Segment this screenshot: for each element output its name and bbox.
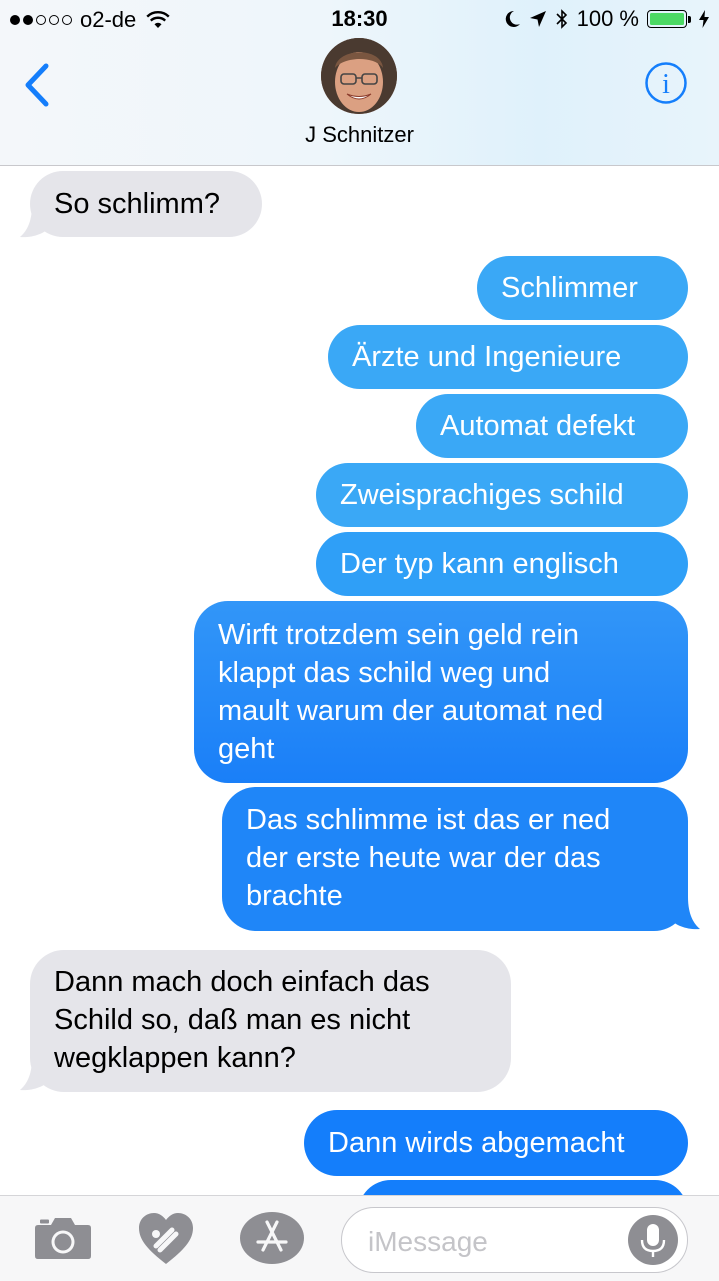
location-arrow-icon xyxy=(529,11,546,27)
conversation-header: o2-de 18:30 100 % J Schnitzer i xyxy=(0,0,719,166)
sent-message-bubble[interactable]: Schlimmer xyxy=(477,256,688,320)
message-line: mault warum der automat ned xyxy=(218,695,604,727)
message-text: Zweisprachiges schild xyxy=(340,479,624,511)
signal-strength-icon xyxy=(10,15,72,25)
contact-name[interactable]: J Schnitzer xyxy=(0,122,719,148)
message-line: Wirft trotzdem sein geld rein xyxy=(218,619,580,651)
sent-message-bubble[interactable]: Das schlimme ist das er ned der erste he… xyxy=(222,787,688,931)
message-line: Dann mach doch einfach das xyxy=(54,966,430,998)
message-line: Schild so, daß man es nicht xyxy=(54,1004,411,1036)
message-thread[interactable]: So schlimm? Schlimmer Ärzte und Ingenieu… xyxy=(0,0,719,1280)
signal-dot xyxy=(10,15,20,25)
battery-percent: 100 % xyxy=(576,6,639,31)
message-text: So schlimm? xyxy=(54,188,220,220)
status-left: o2-de xyxy=(10,7,170,33)
received-message-bubble[interactable]: Dann mach doch einfach das Schild so, da… xyxy=(30,950,511,1092)
bubble-tail xyxy=(20,1058,50,1091)
sent-message-bubble[interactable]: Zweisprachiges schild xyxy=(316,463,688,527)
camera-icon[interactable] xyxy=(34,1216,92,1260)
contact-avatar[interactable] xyxy=(321,38,397,114)
battery-level xyxy=(650,13,684,25)
battery-body xyxy=(647,10,687,28)
signal-dot xyxy=(49,15,59,25)
status-right: 100 % xyxy=(505,6,709,32)
battery-icon xyxy=(647,10,691,28)
bubble-tail xyxy=(20,205,50,238)
message-line: der erste heute war der das xyxy=(246,842,601,874)
sent-message-bubble[interactable]: Dann wirds abgemacht xyxy=(304,1110,688,1176)
info-glyph: i xyxy=(662,69,670,100)
message-line: geht xyxy=(218,733,275,765)
input-placeholder: iMessage xyxy=(368,1226,488,1257)
sent-message-bubble[interactable]: Ärzte und Ingenieure xyxy=(328,325,688,389)
avatar-face xyxy=(321,38,397,114)
message-text: Dann wirds abgemacht xyxy=(328,1127,625,1159)
digital-touch-heart-icon[interactable] xyxy=(138,1212,194,1266)
message-line: brachte xyxy=(246,880,343,912)
received-message-bubble[interactable]: So schlimm? xyxy=(30,171,262,237)
charging-bolt-icon xyxy=(699,10,709,28)
message-line: Das schlimme ist das er ned xyxy=(246,804,611,836)
microphone-button[interactable] xyxy=(628,1215,678,1265)
signal-dot xyxy=(23,15,33,25)
bluetooth-icon xyxy=(556,9,567,29)
signal-dot xyxy=(36,15,46,25)
status-bar: o2-de 18:30 100 % xyxy=(0,0,719,38)
signal-dot xyxy=(62,15,72,25)
message-text: Schlimmer xyxy=(501,272,638,304)
moon-icon xyxy=(505,10,520,27)
message-text: Automat defekt xyxy=(440,410,636,442)
info-icon[interactable]: i xyxy=(644,61,688,105)
sent-message-bubble[interactable]: Automat defekt xyxy=(416,394,688,458)
wifi-icon xyxy=(146,11,170,28)
message-text: Ärzte und Ingenieure xyxy=(352,341,622,373)
message-line: wegklappen kann? xyxy=(54,1042,296,1074)
carrier-name: o2-de xyxy=(80,7,137,32)
bubble-tail xyxy=(670,897,700,930)
microphone-icon xyxy=(640,1224,666,1257)
compose-bar: iMessage xyxy=(0,1195,719,1281)
message-text: Der typ kann englisch xyxy=(340,548,619,580)
back-chevron-icon[interactable] xyxy=(18,60,58,110)
sent-message-bubble[interactable]: Der typ kann englisch xyxy=(316,532,688,596)
imessage-input[interactable]: iMessage xyxy=(341,1207,688,1273)
sent-message-bubble[interactable]: Wirft trotzdem sein geld rein klappt das… xyxy=(194,601,688,783)
message-line: klappt das schild weg und xyxy=(218,657,551,689)
app-store-icon[interactable] xyxy=(240,1212,304,1264)
battery-tip xyxy=(688,15,691,23)
